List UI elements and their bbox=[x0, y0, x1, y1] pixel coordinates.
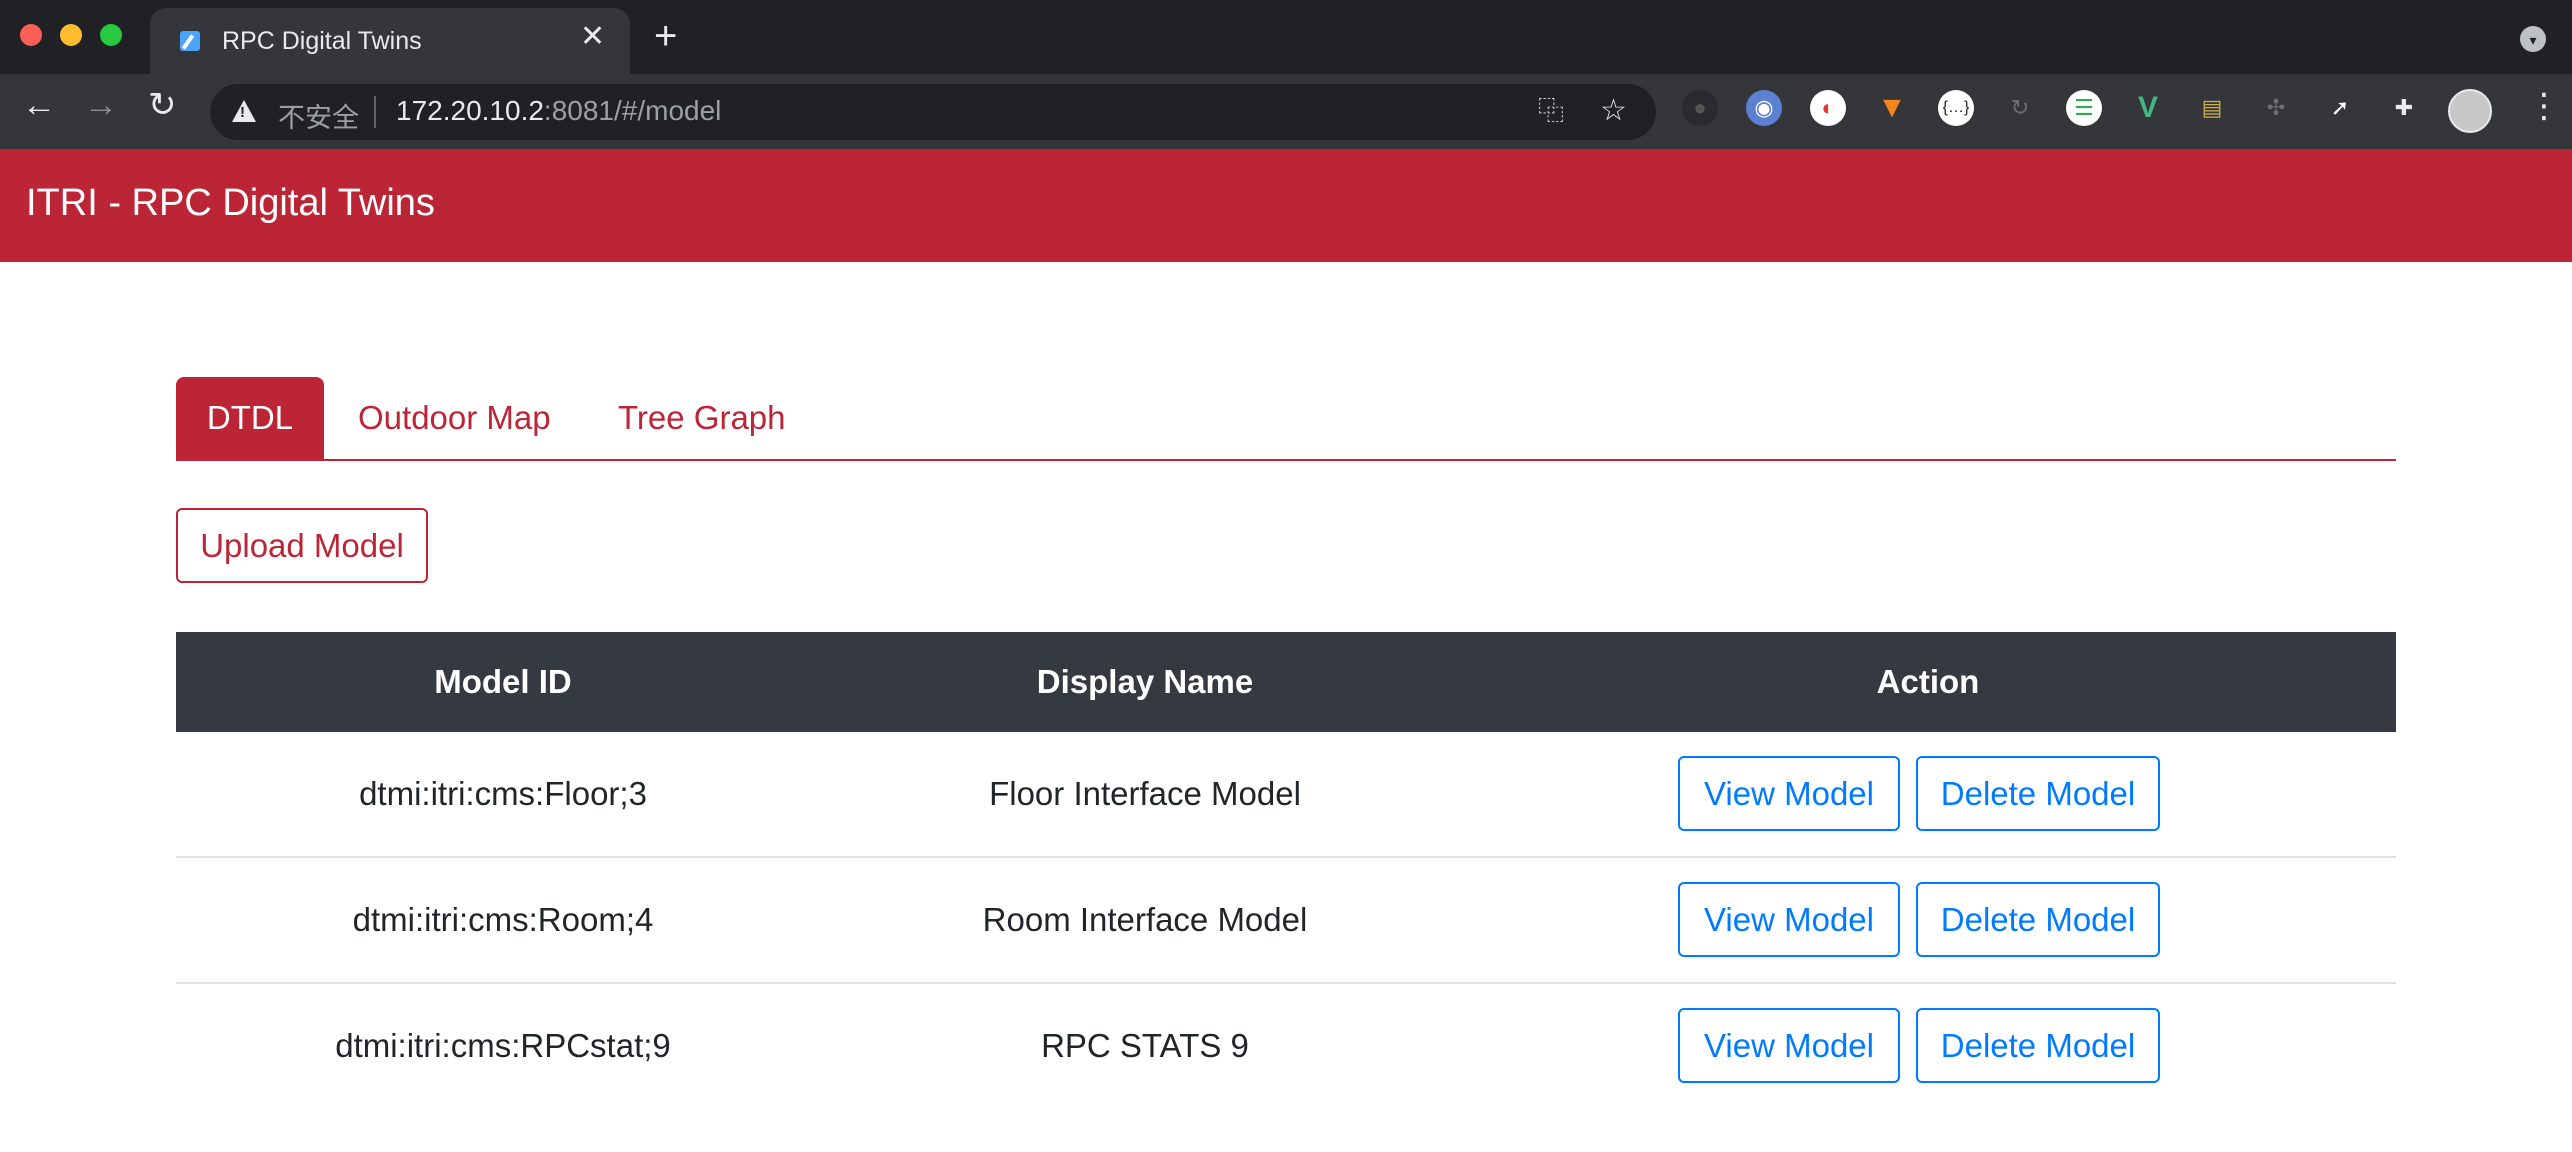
tab-title: RPC Digital Twins bbox=[222, 27, 422, 55]
zoom-window-button[interactable] bbox=[100, 24, 122, 46]
extension-braces-icon[interactable]: {…} bbox=[1938, 90, 1974, 126]
profile-avatar-icon[interactable] bbox=[2448, 89, 2492, 133]
display-name-cell: Room Interface Model bbox=[982, 901, 1308, 938]
warning-icon[interactable] bbox=[232, 100, 256, 122]
delete-model-button[interactable]: Delete Model bbox=[1916, 756, 2160, 831]
view-model-button[interactable]: View Model bbox=[1678, 1008, 1900, 1083]
model-id-cell: dtmi:itri:cms:RPCstat;9 bbox=[335, 1027, 671, 1064]
header-action: Action bbox=[1876, 663, 1980, 700]
header-model-id: Model ID bbox=[434, 663, 572, 700]
extension-doc-icon[interactable]: ☰ bbox=[2066, 90, 2102, 126]
menu-dots-icon[interactable]: ⋮ bbox=[2527, 89, 2561, 123]
model-id-cell: dtmi:itri:cms:Room;4 bbox=[352, 901, 654, 938]
display-name-cell: RPC STATS 9 bbox=[1041, 1027, 1249, 1064]
model-table: Model ID Display Name Action dtmi:itri:c… bbox=[176, 632, 2396, 1110]
new-tab-button[interactable]: + bbox=[654, 16, 677, 56]
reload-button[interactable]: ↻ bbox=[148, 88, 177, 122]
forward-button[interactable]: → bbox=[84, 88, 118, 122]
tab-close-icon[interactable]: ✕ bbox=[580, 22, 605, 52]
delete-model-button[interactable]: Delete Model bbox=[1916, 1008, 2160, 1083]
vue-devtools-icon[interactable]: V bbox=[2130, 90, 2166, 126]
tab-dtdl[interactable]: DTDL bbox=[176, 377, 324, 459]
puzzle-icon[interactable]: ✚ bbox=[2386, 90, 2422, 126]
app-navbar: ITRI - RPC Digital Twins bbox=[0, 149, 2572, 262]
table-row: dtmi:itri:cms:Room;4 Room Interface Mode… bbox=[176, 858, 2396, 984]
tab-outdoor-map[interactable]: Outdoor Map bbox=[358, 377, 551, 459]
tab-favicon-icon bbox=[180, 31, 200, 51]
back-button[interactable]: ← bbox=[22, 88, 56, 122]
url-path: :8081/#/model bbox=[543, 95, 722, 126]
tab-tree-graph[interactable]: Tree Graph bbox=[618, 377, 786, 459]
tab-search-icon[interactable]: ▾ bbox=[2520, 26, 2546, 52]
close-window-button[interactable] bbox=[20, 24, 42, 46]
table-header: Model ID Display Name Action bbox=[176, 632, 2396, 732]
address-bar[interactable]: 不安全 172.20.10.2:8081/#/model ⿻ ☆ bbox=[210, 84, 1656, 140]
minimize-window-button[interactable] bbox=[60, 24, 82, 46]
extension-dark-icon[interactable]: ● bbox=[1682, 90, 1718, 126]
cursor-icon[interactable]: ➚ bbox=[2322, 90, 2358, 126]
extension-refresh-icon[interactable]: ↻ bbox=[2002, 90, 2038, 126]
tab-strip: RPC Digital Twins ✕ + ▾ bbox=[0, 0, 2572, 74]
table-row: dtmi:itri:cms:Floor;3 Floor Interface Mo… bbox=[176, 732, 2396, 858]
upload-model-button[interactable]: Upload Model bbox=[176, 508, 428, 583]
browser-tab[interactable]: RPC Digital Twins ✕ bbox=[150, 8, 630, 74]
table-row: dtmi:itri:cms:RPCstat;9 RPC STATS 9 View… bbox=[176, 984, 2396, 1110]
extension-color-icon[interactable]: ◐ bbox=[1810, 90, 1846, 126]
extension-cross-icon[interactable]: ✣ bbox=[2258, 90, 2294, 126]
extension-blue-icon[interactable]: ◉ bbox=[1746, 90, 1782, 126]
metamask-fox-icon[interactable]: ▼ bbox=[1874, 90, 1910, 126]
app-brand[interactable]: ITRI - RPC Digital Twins bbox=[26, 182, 435, 225]
model-id-cell: dtmi:itri:cms:Floor;3 bbox=[359, 775, 647, 812]
star-icon[interactable]: ☆ bbox=[1600, 96, 1627, 126]
url-text[interactable]: 172.20.10.2:8081/#/model bbox=[396, 95, 721, 127]
delete-model-button[interactable]: Delete Model bbox=[1916, 882, 2160, 957]
model-tabs: DTDL Outdoor Map Tree Graph bbox=[176, 377, 2396, 461]
url-divider bbox=[374, 96, 376, 128]
header-display-name: Display Name bbox=[1036, 663, 1254, 700]
view-model-button[interactable]: View Model bbox=[1678, 882, 1900, 957]
url-host: 172.20.10.2 bbox=[396, 95, 544, 126]
security-label[interactable]: 不安全 bbox=[278, 96, 359, 135]
extension-image-icon[interactable]: ▤ bbox=[2194, 90, 2230, 126]
browser-chrome: RPC Digital Twins ✕ + ▾ ← → ↻ 不安全 172.20… bbox=[0, 0, 2572, 149]
translate-icon[interactable]: ⿻ bbox=[1538, 98, 1564, 124]
display-name-cell: Floor Interface Model bbox=[989, 775, 1301, 812]
view-model-button[interactable]: View Model bbox=[1678, 756, 1900, 831]
